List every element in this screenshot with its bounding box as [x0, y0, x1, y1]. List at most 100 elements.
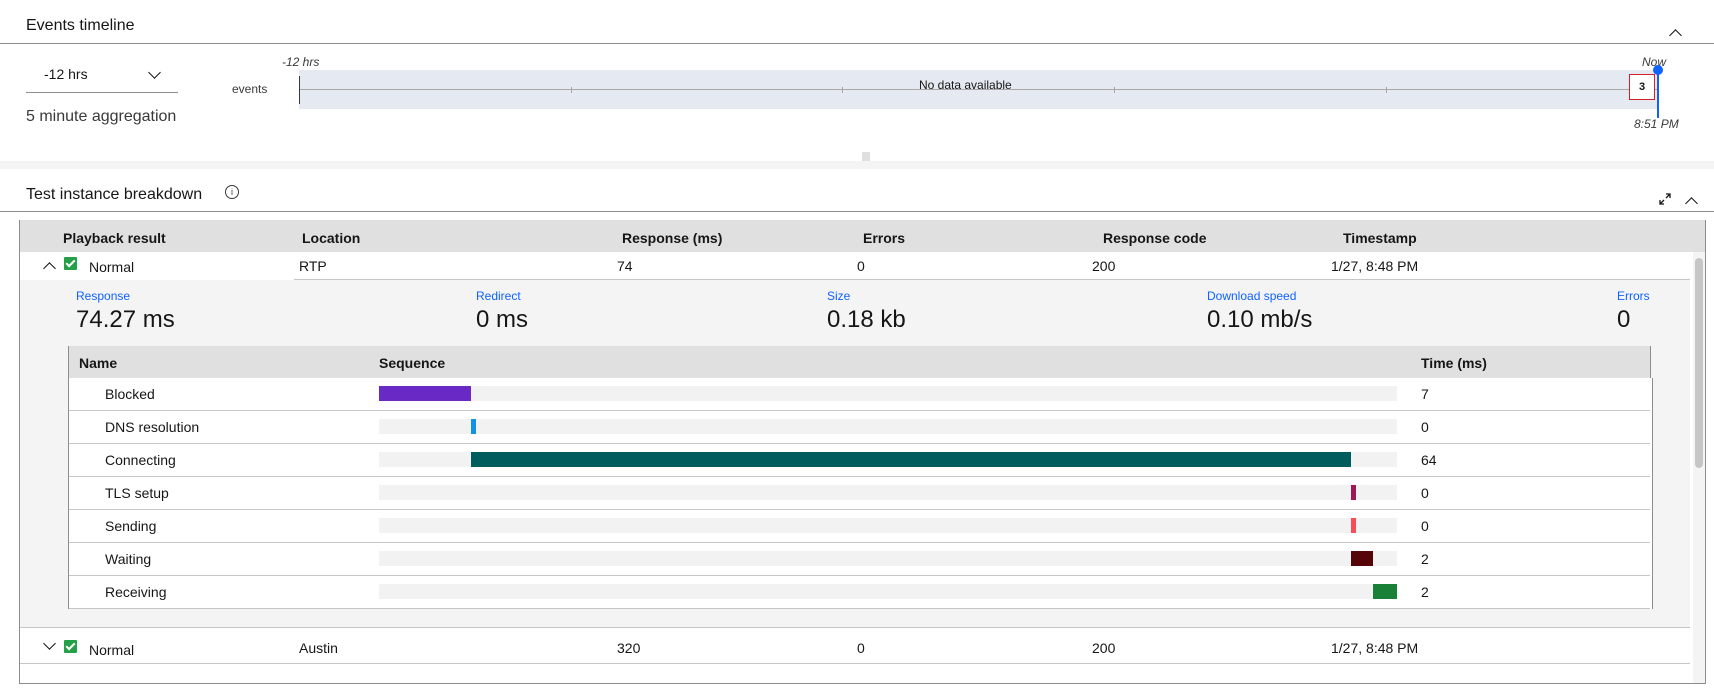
- phase-track: [379, 386, 1397, 401]
- row-code: 200: [1092, 640, 1116, 656]
- seq-col-sequence[interactable]: Sequence: [379, 355, 445, 371]
- phase-name: Blocked: [105, 386, 155, 402]
- phase-bar: [379, 386, 471, 401]
- phase-time: 64: [1421, 452, 1437, 468]
- scrollbar-thumb[interactable]: [1695, 258, 1703, 468]
- sequence-row[interactable]: DNS resolution 0: [69, 411, 1650, 444]
- phase-time: 7: [1421, 386, 1429, 402]
- stat-size-value: 0.18 kb: [827, 306, 906, 333]
- sequence-row[interactable]: Blocked 7: [69, 378, 1650, 411]
- aggregation-label: 5 minute aggregation: [26, 108, 177, 125]
- sequence-header: Name Sequence Time (ms): [68, 346, 1651, 378]
- status-check-icon: [64, 640, 77, 653]
- table-row[interactable]: Normal Austin 320 0 200 1/27, 8:48 PM: [20, 627, 1690, 664]
- phase-bar: [1351, 551, 1373, 566]
- stat-redirect-value: 0 ms: [476, 306, 529, 333]
- timeline-start-edge: [299, 76, 300, 104]
- timeline-track[interactable]: No data available 3: [299, 70, 1658, 109]
- row-underline: [20, 663, 1690, 664]
- range-select[interactable]: -12 hrs: [26, 58, 178, 93]
- events-timeline-title: Events timeline: [26, 17, 135, 34]
- now-line: [1657, 70, 1659, 118]
- stat-response-label: Response: [76, 289, 131, 303]
- phase-time: 0: [1421, 485, 1429, 501]
- phase-time: 2: [1421, 551, 1429, 567]
- row-location: Austin: [299, 640, 338, 656]
- collapse-breakdown-icon[interactable]: [1685, 197, 1698, 210]
- breakdown-title: Test instance breakdown: [26, 186, 203, 203]
- sequence-body: Blocked 7 DNS resolution 0 Connecting 64 TLS s…: [68, 378, 1653, 609]
- stat-errors-value: 0: [1617, 306, 1631, 333]
- stat-size-label: Size: [827, 289, 851, 303]
- section-separator: [0, 161, 1714, 169]
- col-response-code[interactable]: Response code: [1103, 230, 1206, 246]
- phase-track: [379, 452, 1397, 467]
- no-data-message: No data available: [919, 78, 1012, 92]
- row-errors: 0: [857, 640, 865, 656]
- row-result: Normal: [89, 642, 135, 658]
- collapse-row-icon[interactable]: [43, 262, 56, 275]
- col-timestamp[interactable]: Timestamp: [1343, 230, 1417, 246]
- splitter-handle[interactable]: [862, 152, 870, 161]
- current-time-label: 8:51 PM: [1634, 117, 1679, 131]
- timeline-tick: [1114, 87, 1115, 93]
- phase-name: Connecting: [105, 452, 176, 468]
- sequence-row[interactable]: TLS setup 0: [69, 477, 1650, 510]
- expand-row-icon[interactable]: [43, 637, 56, 650]
- timeline-tick: [571, 87, 572, 93]
- phase-bar: [1351, 518, 1357, 533]
- timeline-tick: [1386, 87, 1387, 93]
- event-count-marker[interactable]: 3: [1629, 74, 1655, 100]
- phase-name: Sending: [105, 518, 157, 534]
- event-count: 3: [1638, 81, 1646, 93]
- range-select-value: -12 hrs: [44, 66, 88, 82]
- sequence-row[interactable]: Receiving 2: [69, 576, 1650, 609]
- phase-bar: [1351, 485, 1357, 500]
- table-header: Playback result Location Response (ms) E…: [20, 220, 1705, 252]
- maximize-icon[interactable]: [1658, 192, 1672, 206]
- timeline-tick: [842, 87, 843, 93]
- breakdown-table: Playback result Location Response (ms) E…: [19, 220, 1706, 684]
- status-check-icon: [64, 257, 77, 270]
- row-timestamp: 1/27, 8:48 PM: [1331, 258, 1419, 274]
- row-location: RTP: [299, 258, 327, 274]
- phase-time: 0: [1421, 518, 1429, 534]
- col-response[interactable]: Response (ms): [622, 230, 722, 246]
- seq-col-name[interactable]: Name: [79, 355, 117, 371]
- seq-col-time[interactable]: Time (ms): [1421, 355, 1487, 371]
- row-response: 320: [617, 640, 641, 656]
- phase-bar: [470, 452, 1352, 467]
- phase-track: [379, 485, 1397, 500]
- table-row[interactable]: Normal RTP 74 0 200 1/27, 8:48 PM: [20, 252, 1690, 280]
- stat-errors-label: Errors: [1617, 289, 1650, 303]
- sequence-row[interactable]: Connecting 64: [69, 444, 1650, 477]
- col-location[interactable]: Location: [302, 230, 360, 246]
- stat-redirect-label: Redirect: [476, 289, 521, 303]
- phase-name: Receiving: [105, 584, 167, 600]
- row-result: Normal: [89, 259, 135, 275]
- phase-name: TLS setup: [105, 485, 169, 501]
- col-playback-result[interactable]: Playback result: [63, 230, 166, 246]
- row-code: 200: [1092, 258, 1116, 274]
- phase-time: 2: [1421, 584, 1429, 600]
- info-icon[interactable]: i: [225, 185, 239, 199]
- phase-name: DNS resolution: [105, 419, 200, 435]
- sequence-row[interactable]: Sending 0: [69, 510, 1650, 543]
- phase-track: [379, 518, 1397, 533]
- sequence-row[interactable]: Waiting 2: [69, 543, 1650, 576]
- row-detail: Response 74.27 ms Redirect 0 ms Size 0.1…: [20, 280, 1690, 627]
- phase-time: 0: [1421, 419, 1429, 435]
- row-errors: 0: [857, 258, 865, 274]
- phase-track: [379, 551, 1397, 566]
- collapse-timeline-icon[interactable]: [1669, 29, 1682, 42]
- phase-track: [379, 419, 1397, 434]
- timeline-row-label: events: [232, 82, 268, 96]
- phase-bar: [1372, 584, 1397, 599]
- phase-bar: [470, 419, 476, 434]
- col-errors[interactable]: Errors: [863, 230, 905, 246]
- stat-response-value: 74.27 ms: [76, 306, 175, 333]
- phase-track: [379, 584, 1397, 599]
- stat-download-label: Download speed: [1207, 289, 1297, 303]
- chevron-down-icon: [148, 66, 161, 79]
- now-handle[interactable]: [1653, 65, 1663, 75]
